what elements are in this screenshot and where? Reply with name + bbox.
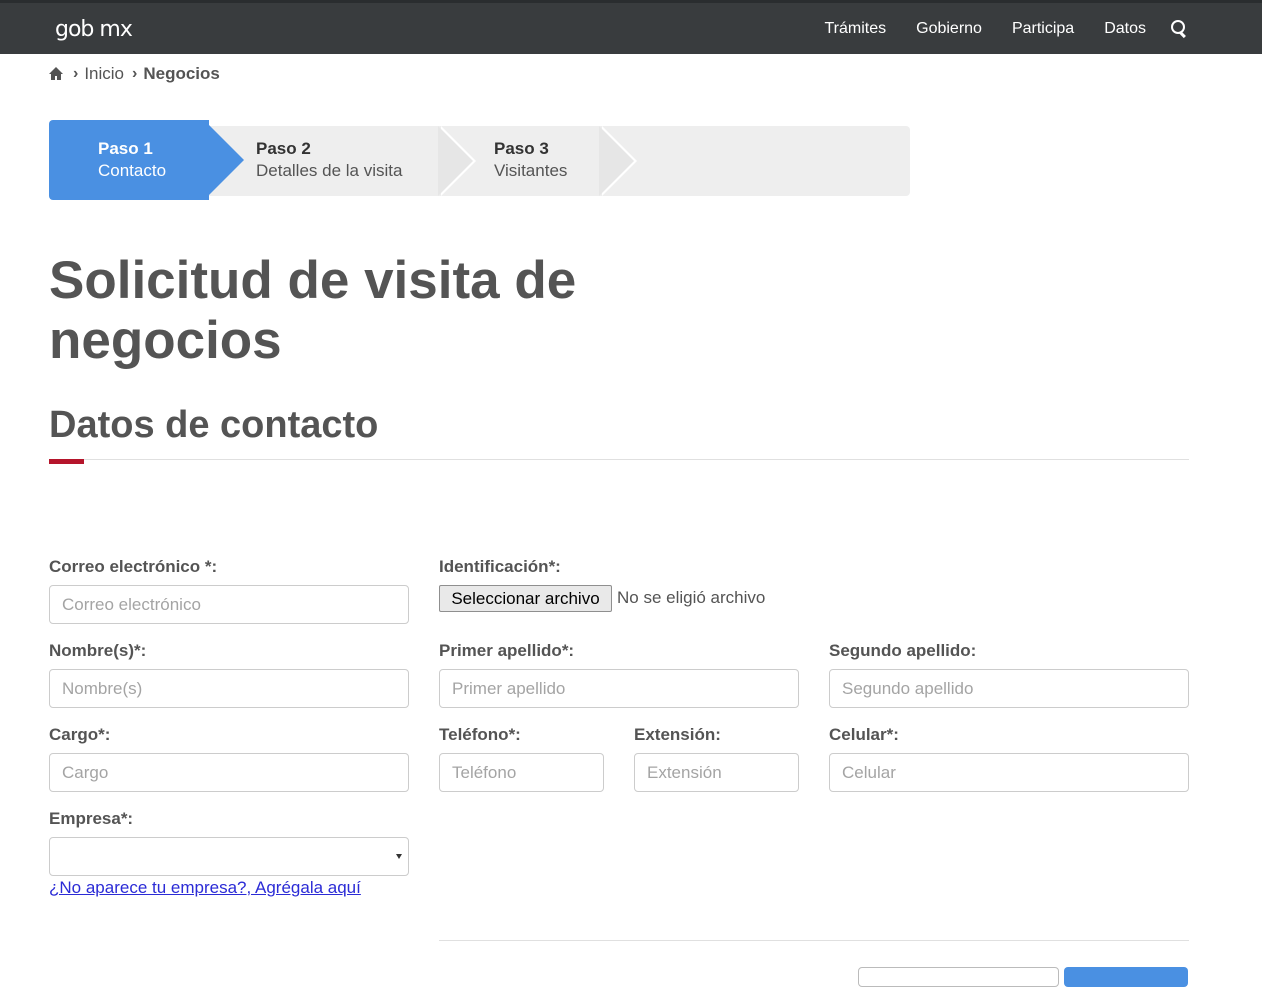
nav-item-datos[interactable]: Datos: [1104, 20, 1146, 38]
step-3-subtitle: Visitantes: [494, 161, 568, 180]
step-1-title: Paso 1: [98, 139, 153, 158]
main-nav: Trámites Gobierno Participa Datos: [824, 3, 1262, 54]
nav-item-participa[interactable]: Participa: [1012, 20, 1074, 38]
file-status-text: No se eligió archivo: [617, 588, 766, 607]
step-3-title: Paso 3: [494, 139, 549, 158]
step-3[interactable]: Paso 3 Visitantes: [494, 138, 567, 182]
page-title: Solicitud de visita de negocios: [49, 251, 577, 370]
section-accent-bar: [49, 459, 84, 464]
nav-item-gobierno[interactable]: Gobierno: [916, 20, 982, 38]
search-icon-lens: [1171, 19, 1185, 34]
step-2-title: Paso 2: [256, 139, 311, 158]
empresa-label: Empresa*:: [49, 809, 134, 828]
section-title: Datos de contacto: [49, 404, 379, 446]
section-divider: [49, 459, 1189, 460]
progress-stepper: Paso 1 Contacto Paso 2 Detalles de la vi…: [49, 120, 910, 200]
chevron-right-icon: ›: [132, 65, 138, 82]
step-1-text: Paso 1 Contacto: [98, 138, 166, 182]
home-icon[interactable]: [49, 67, 63, 81]
identificacion-label: Identificación*:: [439, 557, 561, 576]
extension-label: Extensión:: [634, 725, 721, 744]
primer-apellido-label: Primer apellido*:: [439, 641, 575, 660]
search-icon[interactable]: [1170, 19, 1190, 39]
top-navbar: gob mx Trámites Gobierno Participa Datos: [0, 0, 1262, 54]
choose-file-button[interactable]: Seleccionar archivo: [439, 585, 612, 612]
home-icon-door: [55, 76, 57, 80]
actions-divider: [439, 940, 1189, 941]
search-icon-handle: [1178, 30, 1186, 38]
email-label: Correo electrónico *:: [49, 557, 218, 576]
breadcrumb-item-negocios: Negocios: [143, 64, 220, 83]
step-divider-chevron: [438, 126, 473, 196]
add-company-link[interactable]: ¿No aparece tu empresa?, Agrégala aquí: [49, 878, 361, 898]
step-2[interactable]: Paso 2 Detalles de la visita: [256, 138, 402, 182]
celular-field[interactable]: [829, 753, 1189, 792]
breadcrumb: › Inicio › Negocios: [49, 64, 220, 84]
breadcrumb-item-inicio[interactable]: Inicio: [84, 64, 124, 84]
segundo-apellido-field[interactable]: [829, 669, 1189, 708]
cargo-field[interactable]: [49, 753, 409, 792]
telefono-label: Teléfono*:: [439, 725, 521, 744]
step-1-arrow: [204, 120, 244, 200]
nombre-field[interactable]: [49, 669, 409, 708]
step-divider-chevron: [599, 126, 634, 196]
extension-field[interactable]: [634, 753, 799, 792]
email-field[interactable]: [49, 585, 409, 624]
step-1-subtitle: Contacto: [98, 161, 167, 180]
back-button[interactable]: [858, 967, 1059, 987]
home-icon-roof: [49, 67, 63, 74]
caret-down-icon: [396, 854, 402, 859]
primer-apellido-field[interactable]: [439, 669, 799, 708]
nombre-label: Nombre(s)*:: [49, 641, 147, 660]
nav-item-tramites[interactable]: Trámites: [824, 20, 886, 38]
celular-label: Celular*:: [829, 725, 899, 744]
segundo-apellido-label: Segundo apellido:: [829, 641, 977, 660]
next-button[interactable]: [1064, 967, 1188, 987]
step-1[interactable]: Paso 1 Contacto: [49, 120, 244, 200]
step-2-subtitle: Detalles de la visita: [256, 161, 403, 180]
telefono-field[interactable]: [439, 753, 604, 792]
gobmx-logo[interactable]: gob mx: [55, 17, 133, 42]
cargo-label: Cargo*:: [49, 725, 111, 744]
empresa-select[interactable]: [49, 837, 409, 876]
chevron-right-icon: ›: [73, 65, 79, 82]
